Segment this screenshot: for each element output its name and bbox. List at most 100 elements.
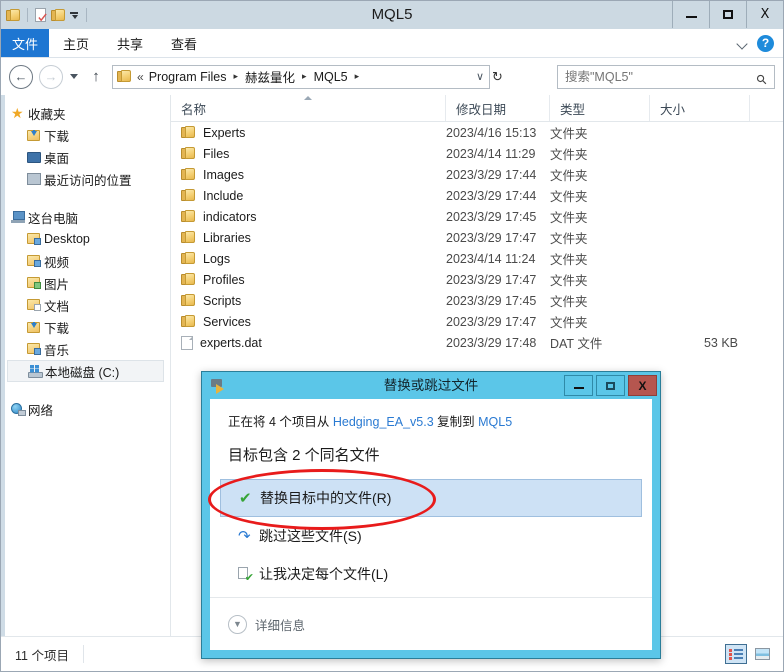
- dialog-maximize-button[interactable]: [596, 375, 625, 396]
- breadcrumb-item-mql5[interactable]: MQL5: [313, 70, 349, 84]
- dialog-main: 正在将 4 个项目从 Hedging_EA_v5.3 复制到 MQL5 目标包含…: [210, 399, 652, 597]
- tab-file[interactable]: 文件: [1, 29, 49, 57]
- option-decide-each[interactable]: 让我决定每个文件(L): [220, 555, 642, 593]
- dialog-source-link[interactable]: Hedging_EA_v5.3: [333, 415, 434, 429]
- sidebar-item-desktop[interactable]: 桌面: [1, 146, 170, 168]
- new-folder-icon[interactable]: [51, 8, 66, 22]
- nav-spacer-2: [1, 382, 170, 398]
- back-button[interactable]: ←: [9, 64, 33, 89]
- cell-size: 53 KB: [703, 335, 738, 350]
- nav-group-favorites[interactable]: ★ 收藏夹: [1, 102, 170, 124]
- table-row[interactable]: Experts 2023/4/16 15:13 文件夹: [171, 122, 783, 143]
- nav-group-network[interactable]: 网络: [1, 398, 170, 420]
- table-row[interactable]: Scripts 2023/3/29 17:45 文件夹: [171, 290, 783, 311]
- column-header-size[interactable]: 大小: [650, 95, 750, 121]
- table-row[interactable]: Files 2023/4/14 11:29 文件夹: [171, 143, 783, 164]
- chevron-down-icon[interactable]: [69, 8, 80, 22]
- cell-date: 2023/3/29 17:47: [446, 272, 537, 287]
- cell-name: Libraries: [171, 231, 446, 245]
- chevron-right-icon[interactable]: ▸: [227, 71, 244, 82]
- nav-group-this-pc[interactable]: 这台电脑: [1, 206, 170, 228]
- close-button[interactable]: X: [746, 1, 783, 28]
- cell-type: 文件夹: [550, 148, 588, 162]
- breadcrumb-dropdown-icon[interactable]: ∨: [476, 70, 484, 83]
- sidebar-item-downloads[interactable]: 下载: [1, 124, 170, 146]
- chevron-right-icon-3[interactable]: ▸: [349, 71, 366, 82]
- help-icon[interactable]: ?: [757, 34, 774, 52]
- sidebar-item-documents[interactable]: 文档: [1, 294, 170, 316]
- table-row[interactable]: Include 2023/3/29 17:44 文件夹: [171, 185, 783, 206]
- sidebar-item-desktop-folder-label: Desktop: [44, 232, 90, 246]
- dialog-details-label[interactable]: 详细信息: [255, 615, 305, 634]
- sidebar-item-music[interactable]: 音乐: [1, 338, 170, 360]
- sidebar-item-pictures[interactable]: 图片: [1, 272, 170, 294]
- quick-access-toolbar: [1, 1, 90, 29]
- sidebar-item-local-disk-c[interactable]: 本地磁盘 (C:): [7, 360, 164, 382]
- column-header-name[interactable]: 名称: [171, 95, 446, 121]
- table-row[interactable]: Images 2023/3/29 17:44 文件夹: [171, 164, 783, 185]
- breadcrumb-item-program-files[interactable]: Program Files: [148, 70, 228, 84]
- view-toggle-group: [725, 644, 783, 664]
- chevron-up-icon[interactable]: [738, 38, 748, 48]
- table-row[interactable]: Libraries 2023/3/29 17:47 文件夹: [171, 227, 783, 248]
- folder-icon: [181, 126, 196, 139]
- breadcrumb-root-sep[interactable]: «: [137, 70, 144, 84]
- table-row[interactable]: experts.dat 2023/3/29 17:48 DAT 文件 53 KB: [171, 332, 783, 353]
- column-header-type[interactable]: 类型: [550, 95, 650, 121]
- folder-icon: [181, 315, 196, 328]
- search-icon[interactable]: ⚲: [753, 65, 777, 89]
- recent-locations-icon[interactable]: [65, 66, 83, 88]
- column-headers: 名称 修改日期 类型 大小: [171, 95, 783, 122]
- option-skip-files-label: 跳过这些文件(S): [259, 528, 362, 544]
- explorer-window: MQL5 X 文件 主页 共享 查看 ? ← → ↑ « Program Fil…: [0, 0, 784, 672]
- desktop-icon: [27, 151, 44, 163]
- breadcrumb-item-hezi[interactable]: 赫兹量化: [244, 67, 296, 86]
- forward-button[interactable]: →: [39, 64, 63, 89]
- dialog-close-button[interactable]: X: [628, 375, 657, 396]
- tab-view[interactable]: 查看: [157, 29, 211, 57]
- tab-share[interactable]: 共享: [103, 29, 157, 57]
- cell-name: Files: [171, 147, 446, 161]
- cell-type: 文件夹: [550, 169, 588, 183]
- cell-date: 2023/3/29 17:47: [446, 230, 537, 245]
- option-replace-files[interactable]: ✔ 替换目标中的文件(R): [220, 479, 642, 517]
- cell-type: 文件夹: [550, 127, 588, 141]
- cell-type: 文件夹: [550, 190, 588, 204]
- search-box[interactable]: ⚲: [557, 64, 777, 89]
- up-button[interactable]: ↑: [86, 66, 106, 88]
- table-row[interactable]: Services 2023/3/29 17:47 文件夹: [171, 311, 783, 332]
- option-skip-files[interactable]: ↷ 跳过这些文件(S): [220, 517, 642, 555]
- properties-icon[interactable]: [34, 7, 48, 23]
- dialog-target-link[interactable]: MQL5: [478, 415, 512, 429]
- chevron-down-circle-icon[interactable]: ▼: [228, 614, 247, 634]
- chevron-right-icon-2[interactable]: ▸: [296, 71, 313, 82]
- breadcrumb[interactable]: « Program Files ▸ 赫兹量化 ▸ MQL5 ▸ ∨: [112, 64, 490, 89]
- cell-name: Experts: [171, 126, 446, 140]
- sidebar-item-local-disk-c-label: 本地磁盘 (C:): [45, 365, 120, 380]
- sidebar-item-downloads-pc[interactable]: 下载: [1, 316, 170, 338]
- dialog-body: 正在将 4 个项目从 Hedging_EA_v5.3 复制到 MQL5 目标包含…: [210, 399, 652, 650]
- dialog-footer: ▼ 详细信息: [210, 597, 652, 650]
- minimize-button[interactable]: [672, 1, 709, 28]
- maximize-button[interactable]: [709, 1, 746, 28]
- dialog-minimize-button[interactable]: [564, 375, 593, 396]
- replace-or-skip-dialog: 替换或跳过文件 X 正在将 4 个项目从 Hedging_EA_v5.3 复制到…: [201, 371, 661, 659]
- cell-date: 2023/3/29 17:45: [446, 293, 537, 308]
- sidebar-item-desktop-folder[interactable]: Desktop: [1, 228, 170, 250]
- table-row[interactable]: indicators 2023/3/29 17:45 文件夹: [171, 206, 783, 227]
- table-row[interactable]: Profiles 2023/3/29 17:47 文件夹: [171, 269, 783, 290]
- sidebar-item-videos[interactable]: 视频: [1, 250, 170, 272]
- thumbnail-view-icon[interactable]: [751, 644, 773, 664]
- sidebar-item-recent-places[interactable]: 最近访问的位置: [1, 168, 170, 190]
- search-input[interactable]: [558, 65, 757, 88]
- recent-places-icon: [27, 173, 44, 185]
- refresh-icon[interactable]: ↻: [492, 69, 503, 85]
- tab-home[interactable]: 主页: [49, 29, 103, 57]
- column-header-date[interactable]: 修改日期: [446, 95, 550, 121]
- details-view-icon[interactable]: [725, 644, 747, 664]
- cell-name-label: Libraries: [203, 230, 251, 245]
- folder-icon: [181, 231, 196, 244]
- breadcrumb-tail: ∨: [476, 70, 489, 83]
- folder-icon[interactable]: [6, 8, 21, 22]
- table-row[interactable]: Logs 2023/4/14 11:24 文件夹: [171, 248, 783, 269]
